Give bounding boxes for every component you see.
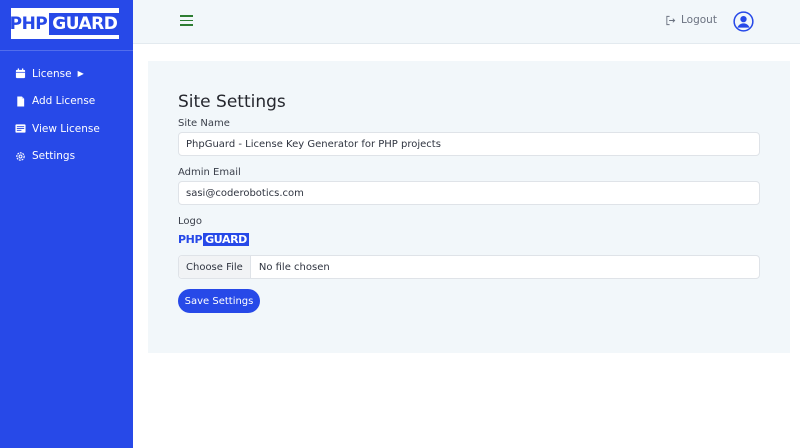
brand-guard: GUARD [49, 12, 121, 35]
sidebar-item-label: License [32, 67, 72, 80]
sidebar-item-label: Settings [32, 150, 76, 163]
admin-email-input[interactable]: sasi@coderobotics.com [178, 181, 760, 205]
topbar: Logout [133, 0, 800, 44]
site-name-input[interactable]: PhpGuard - License Key Generator for PHP… [178, 132, 760, 156]
sidebar-item-label: Add License [32, 95, 96, 108]
brand-logo-text: PHP GUARD [9, 12, 121, 35]
logo-preview-guard: GUARD [203, 233, 249, 246]
save-settings-button[interactable]: Save Settings [178, 289, 260, 313]
logo-preview: PHP GUARD [178, 233, 249, 246]
list-card-icon [15, 123, 26, 134]
logo-preview-php: PHP [178, 233, 203, 246]
calendar-icon [15, 68, 26, 79]
sidebar-item-license[interactable]: License ▶ [0, 60, 133, 88]
sidebar: PHP GUARD License ▶ Add License View Lice… [0, 0, 133, 448]
menu-toggle-icon[interactable] [180, 15, 193, 26]
settings-card: Site Settings Site Name PhpGuard - Licen… [148, 61, 790, 353]
brand-php: PHP [9, 13, 48, 34]
admin-email-label: Admin Email [178, 167, 241, 178]
sidebar-item-settings[interactable]: Settings [0, 143, 133, 171]
logo-label: Logo [178, 216, 202, 227]
brand-logo[interactable]: PHP GUARD [9, 8, 121, 39]
logout-icon [666, 15, 676, 25]
site-name-label: Site Name [178, 118, 230, 129]
page-title: Site Settings [178, 92, 286, 112]
sidebar-divider [0, 50, 133, 51]
logout-link[interactable]: Logout [665, 14, 717, 26]
sidebar-item-add-license[interactable]: Add License [0, 88, 133, 116]
file-status-text: No file chosen [258, 261, 330, 273]
sidebar-item-view-license[interactable]: View License [0, 115, 133, 143]
sidebar-item-label: View License [32, 122, 100, 135]
sidebar-nav: License ▶ Add License View License Setti… [0, 60, 133, 170]
choose-file-button[interactable]: Choose File [179, 256, 251, 278]
logo-file-input[interactable]: Choose File No file chosen [178, 255, 760, 279]
gear-icon [15, 151, 26, 162]
caret-right-icon: ▶ [77, 69, 84, 79]
logout-label: Logout [681, 14, 717, 26]
user-avatar-icon[interactable] [733, 11, 754, 32]
file-icon [15, 96, 26, 107]
